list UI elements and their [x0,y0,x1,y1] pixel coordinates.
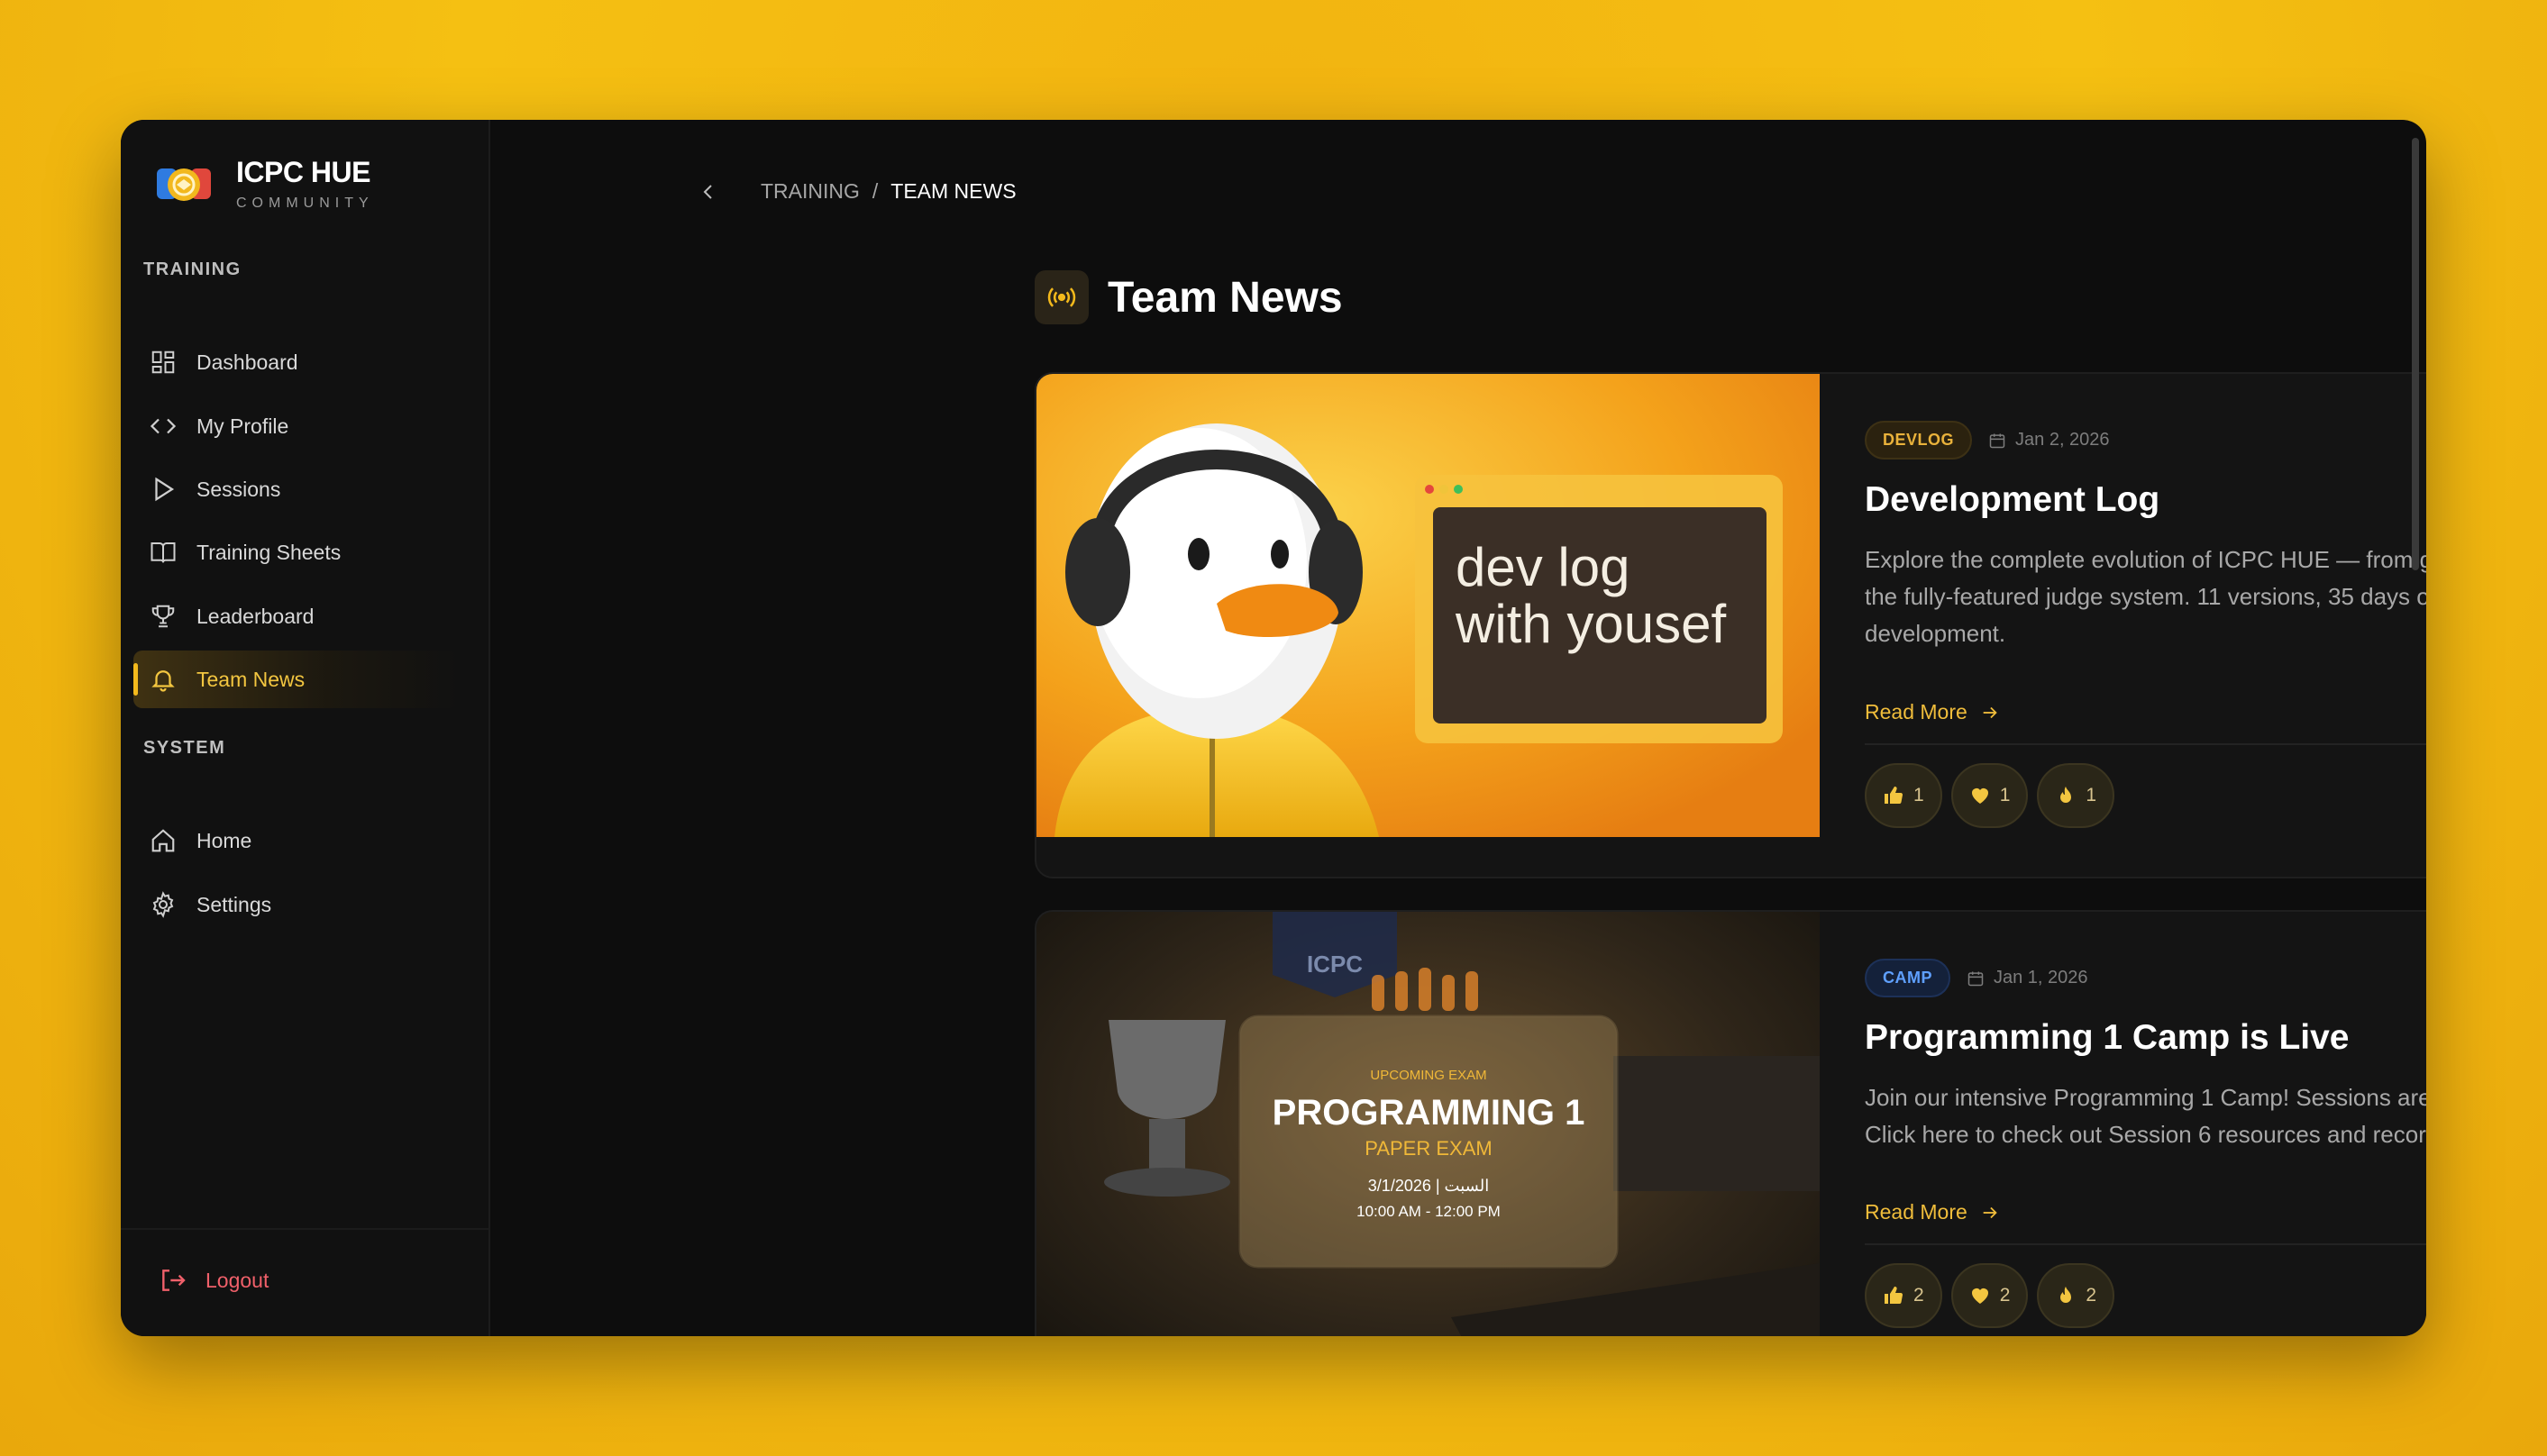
post-cover-image[interactable]: dev log with yousef [1036,374,1820,837]
arrow-right-icon [1983,1206,1997,1218]
breadcrumb-separator: / [872,179,879,203]
news-card[interactable]: dev log with yousef DEVLOG Jan 2, 2026 D… [1035,372,2426,878]
app-window: ICPC HUE COMMUNITY TRAINING Dashboard My… [121,120,2426,1336]
reaction-bar: 1 1 1 [1865,763,2115,828]
sidebar-item-my-profile[interactable]: My Profile [133,397,458,455]
heart-count: 1 [1999,785,2011,805]
heart-count: 2 [1999,1285,2011,1306]
read-more-label: Read More [1865,1200,1967,1224]
fire-count: 2 [2086,1285,2097,1306]
thumbs-up-icon [1885,787,1903,805]
post-date: Jan 2, 2026 [1988,430,2110,450]
sidebar-item-dashboard[interactable]: Dashboard [133,333,458,391]
heart-reaction-button[interactable]: 2 [1950,1263,2029,1328]
brand-title: ICPC HUE [236,156,370,188]
sidebar-item-label: My Profile [196,414,289,438]
image-text-line2: with yousef [1455,594,1726,654]
sidebar: ICPC HUE COMMUNITY TRAINING Dashboard My… [121,120,490,1336]
sidebar-item-label: Team News [196,667,306,691]
fire-reaction-button[interactable]: 2 [2037,1263,2115,1328]
logout-button[interactable]: Logout [159,1266,269,1295]
calendar-icon [1989,433,2005,448]
breadcrumb-parent[interactable]: TRAINING [761,179,860,204]
image-banner-text: ICPC [1307,951,1363,978]
arrow-right-icon [1983,706,1997,718]
brand[interactable]: ICPC HUE COMMUNITY [155,156,374,214]
grid-icon [151,350,175,374]
read-more-link[interactable]: Read More [1865,1200,2000,1224]
brand-subtitle: COMMUNITY [236,196,374,211]
home-icon [151,829,175,852]
news-card[interactable]: ICPC UPCOMING EXAM PROGRAMMING 1 PAPER E… [1035,910,2426,1336]
post-cover-image[interactable]: ICPC UPCOMING EXAM PROGRAMMING 1 PAPER E… [1036,912,1820,1336]
image-headline: PROGRAMMING 1 [1273,1093,1585,1133]
like-reaction-button[interactable]: 1 [1865,763,1942,828]
breadcrumb-current: TEAM NEWS [890,179,1017,203]
post-title[interactable]: Programming 1 Camp is Live [1865,1018,2350,1058]
play-icon [155,477,175,502]
bell-icon [151,670,175,692]
sidebar-item-training-sheets[interactable]: Training Sheets [133,523,458,581]
trophy-icon [151,605,175,628]
breadcrumb: TRAINING / TEAM NEWS [698,179,1017,204]
post-date-text: Jan 1, 2026 [1994,968,2088,987]
like-reaction-button[interactable]: 2 [1865,1263,1942,1328]
main-content: TRAINING / TEAM NEWS Team News dev log w… [490,120,2426,1336]
section-label-system: SYSTEM [143,738,226,758]
post-meta: CAMP Jan 1, 2026 [1865,959,2088,997]
calendar-icon [1967,971,1984,986]
fire-reaction-button[interactable]: 1 [2037,763,2115,828]
post-title[interactable]: Development Log [1865,480,2159,520]
sidebar-item-leaderboard[interactable]: Leaderboard [133,587,458,645]
heart-icon [1971,788,1988,804]
fire-icon [2060,787,2072,803]
fire-icon [2060,1287,2072,1303]
heart-icon [1971,1288,1988,1304]
logout-label: Logout [205,1268,269,1292]
card-divider [1865,1243,2426,1245]
sidebar-item-label: Leaderboard [196,604,315,628]
gear-icon [152,891,174,918]
thumbs-up-icon [1885,1287,1903,1305]
post-description: Join our intensive Programming 1 Camp! S… [1865,1084,2426,1148]
image-text-line1: dev log [1456,537,1630,597]
icpc-logo [155,156,213,214]
read-more-link[interactable]: Read More [1865,700,2000,724]
reaction-bar: 2 2 2 [1865,1263,2115,1328]
image-date: 3/1/2026 | السبت [1368,1177,1489,1195]
post-meta: DEVLOG Jan 2, 2026 [1865,421,2110,460]
heart-reaction-button[interactable]: 1 [1950,763,2029,828]
post-date: Jan 1, 2026 [1967,968,2088,988]
image-time: 10:00 AM - 12:00 PM [1356,1203,1501,1220]
sidebar-item-label: Settings [196,892,272,916]
sidebar-item-sessions[interactable]: Sessions [133,460,458,518]
sidebar-item-settings[interactable]: Settings [133,876,458,933]
sidebar-item-team-news[interactable]: Team News [133,651,458,708]
chevron-left-icon[interactable] [698,181,719,203]
logout-icon [162,1269,186,1291]
category-tag[interactable]: DEVLOG [1865,421,1973,460]
section-label-training: TRAINING [143,259,242,279]
broadcast-icon [1035,270,1089,324]
category-tag[interactable]: CAMP [1865,959,1950,997]
code-icon [150,418,177,434]
card-divider [1865,743,2426,745]
image-subheadline: PAPER EXAM [1365,1137,1492,1160]
sidebar-item-label: Sessions [196,477,281,501]
read-more-label: Read More [1865,700,1967,723]
post-date-text: Jan 2, 2026 [2015,430,2110,450]
post-description: Explore the complete evolution of ICPC H… [1865,546,2426,647]
like-count: 1 [1913,785,1924,805]
book-icon [151,542,176,563]
sidebar-item-home[interactable]: Home [133,812,458,869]
page-title: Team News [1108,274,1343,322]
fire-count: 1 [2086,785,2097,805]
scrollbar[interactable] [2412,138,2419,570]
sidebar-footer: Logout [121,1228,488,1336]
sidebar-item-label: Home [196,828,252,852]
sidebar-item-label: Dashboard [196,350,298,374]
image-kicker: UPCOMING EXAM [1370,1068,1486,1083]
like-count: 2 [1913,1285,1924,1306]
sidebar-item-label: Training Sheets [196,540,342,564]
